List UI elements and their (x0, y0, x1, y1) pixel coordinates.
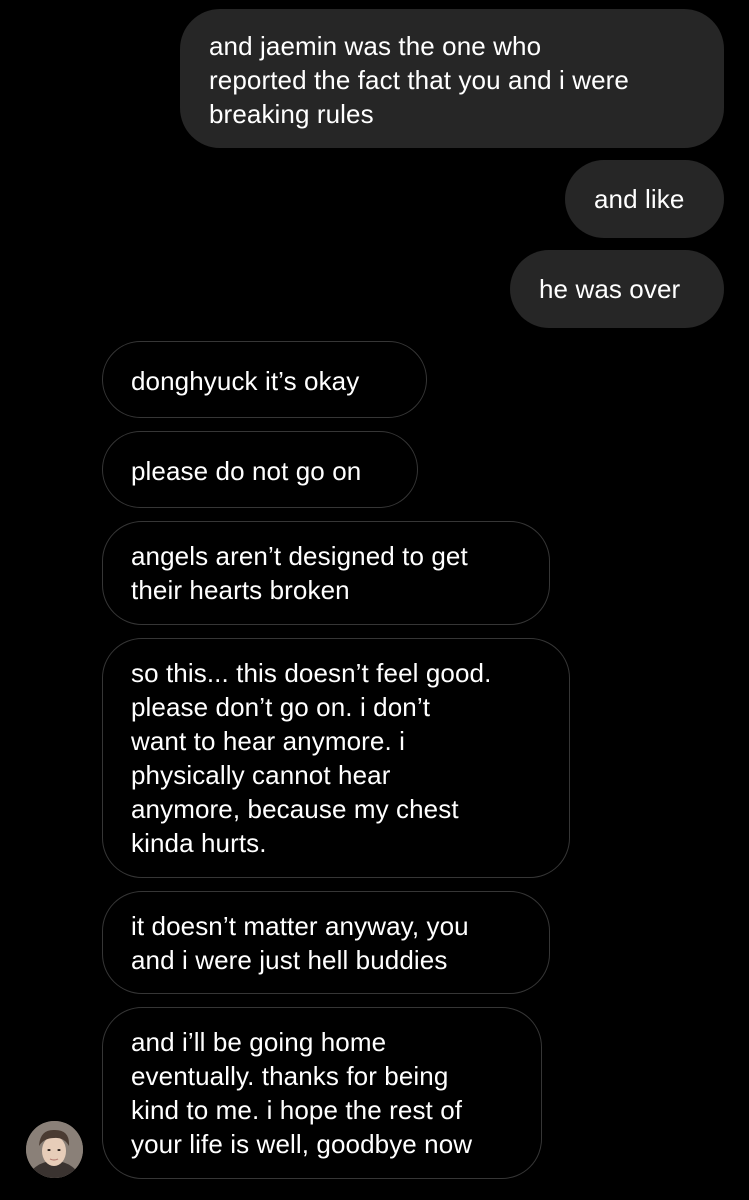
sent-message[interactable]: and like (565, 160, 724, 238)
received-message[interactable]: donghyuck it’s okay (102, 341, 427, 418)
received-message[interactable]: so this... this doesn’t feel good. pleas… (102, 638, 570, 878)
sent-message[interactable]: and jaemin was the one who reported the … (180, 9, 724, 148)
received-message[interactable]: angels aren’t designed to get their hear… (102, 521, 550, 625)
contact-avatar[interactable] (26, 1121, 83, 1178)
received-message[interactable]: please do not go on (102, 431, 418, 508)
received-message[interactable]: it doesn’t matter anyway, you and i were… (102, 891, 550, 994)
sent-message[interactable]: he was over (510, 250, 724, 328)
received-message[interactable]: and i’ll be going home eventually. thank… (102, 1007, 542, 1179)
avatar-photo-icon (26, 1121, 83, 1178)
